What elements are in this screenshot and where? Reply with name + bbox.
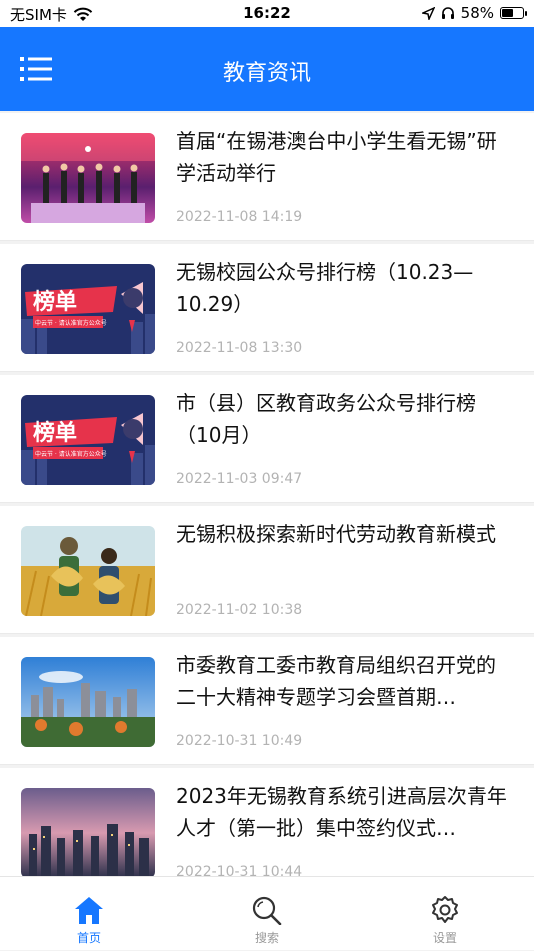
battery-percent: 58%: [460, 4, 494, 22]
news-item[interactable]: 市委教育工委市教育局组织召开党的二十大精神专题学习会暨首期… 2022-10-3…: [0, 637, 534, 765]
headphones-icon: [441, 7, 454, 19]
news-title: 无锡校园公众号排行榜（10.23—10.29）: [176, 260, 474, 316]
tab-settings-label: 设置: [432, 931, 457, 945]
news-thumbnail: [21, 133, 155, 223]
news-date: 2022-10-31 10:49: [176, 733, 303, 749]
news-date: 2022-11-03 09:47: [176, 471, 303, 487]
news-thumbnail: [21, 788, 155, 876]
news-thumbnail: 榜单 中云节 · 请认准官方公众号: [21, 264, 155, 354]
battery-icon: [500, 7, 527, 19]
news-date: 2022-11-02 10:38: [176, 602, 303, 618]
ranking-thumb-text: 榜单: [33, 289, 77, 315]
tab-home-label: 首页: [76, 931, 101, 945]
news-date: 2022-11-08 13:30: [176, 340, 303, 356]
nav-bar: 教育资讯: [0, 27, 534, 111]
tab-search[interactable]: 搜索: [178, 877, 356, 951]
news-title: 市（县）区教育政务公众号排行榜（10月）: [176, 391, 476, 447]
tab-settings[interactable]: 设置: [356, 877, 534, 951]
tab-bar: 首页 搜索 设置: [0, 876, 534, 950]
news-item[interactable]: 无锡积极探索新时代劳动教育新模式 2022-11-02 10:38: [0, 506, 534, 634]
ranking-thumb-subtext: 中云节 · 请认准官方公众号: [35, 319, 107, 327]
news-item[interactable]: 首届“在锡港澳台中小学生看无锡”研学活动举行 2022-11-08 14:19: [0, 113, 534, 241]
page-title: 教育资讯: [222, 61, 311, 86]
news-title: 首届“在锡港澳台中小学生看无锡”研学活动举行: [176, 129, 497, 185]
news-thumbnail: 榜单 中云节 · 请认准官方公众号: [21, 395, 155, 485]
ranking-thumb-text: 榜单: [33, 420, 77, 446]
home-icon: [75, 897, 103, 924]
news-item[interactable]: 榜单 中云节 · 请认准官方公众号 无锡校园公众号排行榜（10.23—10.29…: [0, 244, 534, 372]
tab-home[interactable]: 首页: [0, 877, 178, 951]
news-thumbnail: [21, 526, 155, 616]
news-item[interactable]: 榜单 中云节 · 请认准官方公众号 市（县）区教育政务公众号排行榜（10月） 2…: [0, 375, 534, 503]
ranking-thumb-subtext: 中云节 · 请认准官方公众号: [35, 450, 107, 458]
search-icon: [252, 896, 282, 925]
news-date: 2022-11-08 14:19: [176, 209, 303, 225]
gear-icon: [432, 896, 458, 923]
status-bar: 无SIM卡 16:22 58%: [0, 0, 534, 27]
news-title: 市委教育工委市教育局组织召开党的二十大精神专题学习会暨首期…: [176, 653, 496, 709]
news-list: 首届“在锡港澳台中小学生看无锡”研学活动举行 2022-11-08 14:19 …: [0, 111, 534, 876]
news-title: 无锡积极探索新时代劳动教育新模式: [176, 522, 496, 546]
news-title: 2023年无锡教育系统引进高层次青年人才（第一批）集中签约仪式…: [176, 784, 507, 840]
tab-search-label: 搜索: [254, 931, 279, 945]
news-date: 2022-10-31 10:44: [176, 864, 303, 876]
news-thumbnail: [21, 657, 155, 747]
list-menu-icon[interactable]: [20, 55, 52, 83]
location-arrow-icon: [421, 6, 435, 20]
news-item[interactable]: 2023年无锡教育系统引进高层次青年人才（第一批）集中签约仪式… 2022-10…: [0, 768, 534, 876]
